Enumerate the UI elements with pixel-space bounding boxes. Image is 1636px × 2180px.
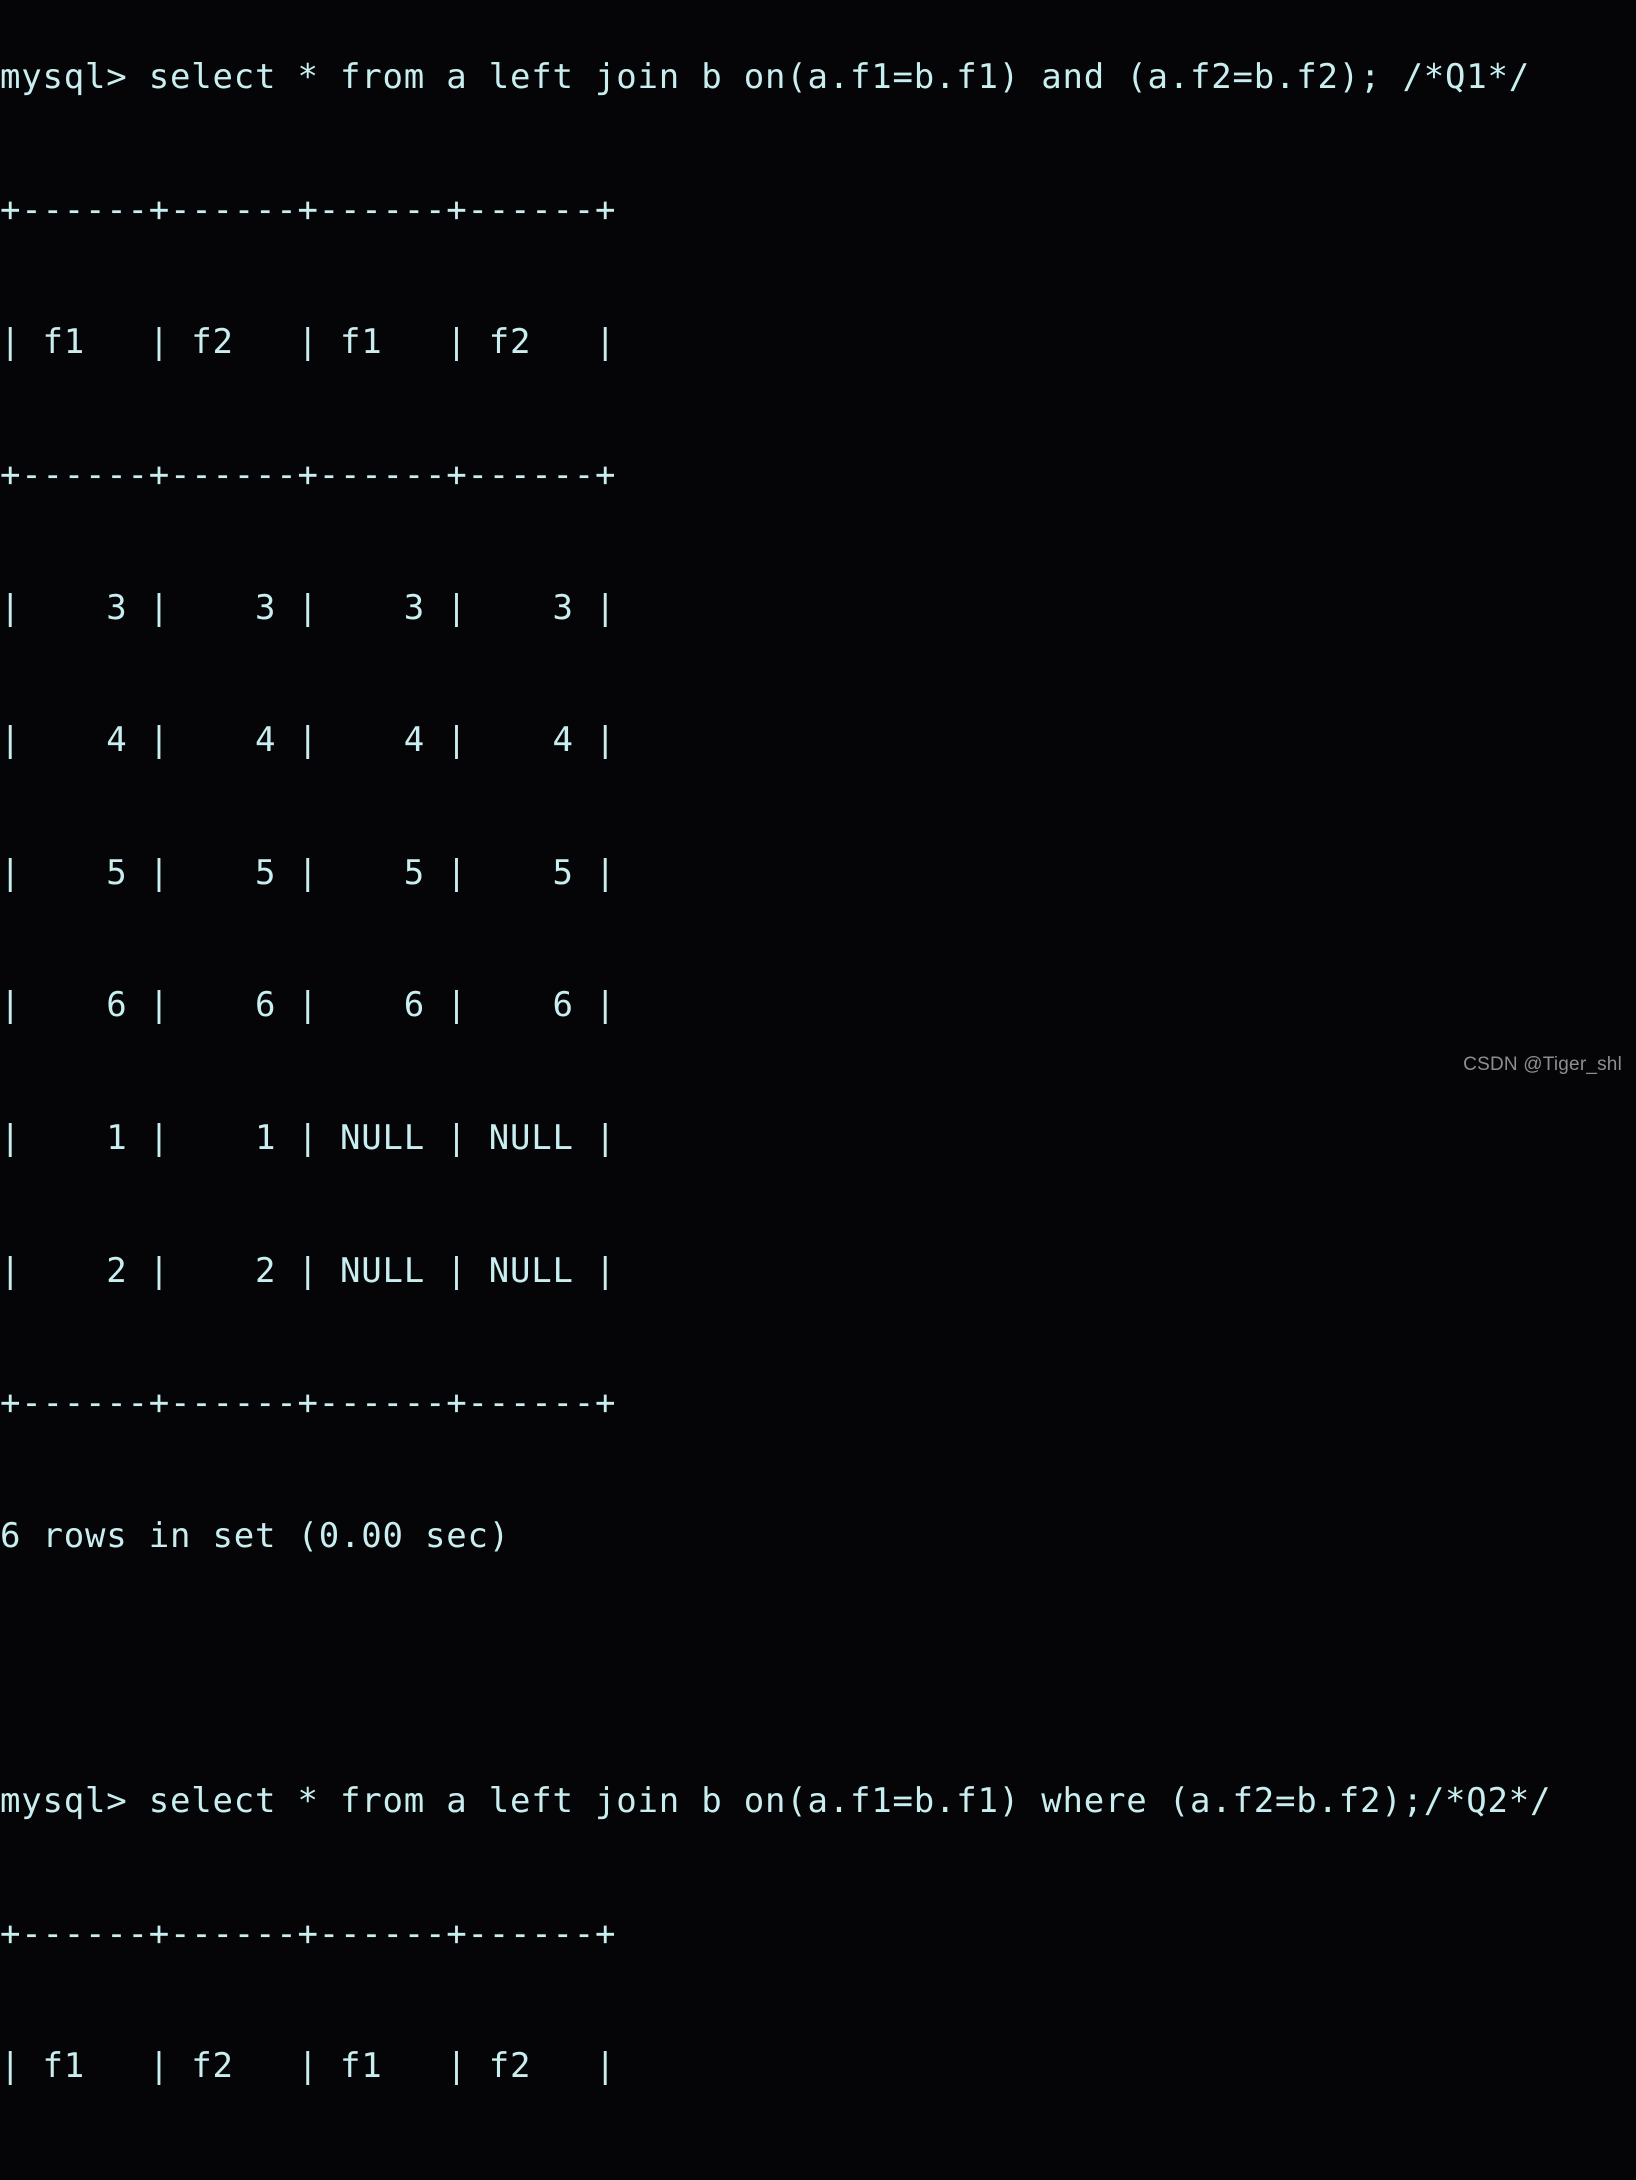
console-output[interactable]: mysql> select * from a left join b on(a.… (0, 11, 1636, 2180)
result-status-q1: 6 rows in set (0.00 sec) (0, 1515, 510, 1556)
table-border-mid-q1: +------+------+------+------+ (0, 455, 617, 496)
table-row: | 2 | 2 | NULL | NULL | (0, 1250, 617, 1291)
table-border-bottom-q1: +------+------+------+------+ (0, 1383, 617, 1424)
table-border-mid-q2: +------+------+------+------+ (0, 2177, 1636, 2180)
table-border-top-q2: +------+------+------+------+ (0, 1913, 617, 1954)
table-row: | 5 | 5 | 5 | 5 | (0, 852, 617, 893)
command-line-q1: mysql> select * from a left join b on(a.… (0, 57, 1530, 98)
table-row: | 6 | 6 | 6 | 6 | (0, 985, 617, 1026)
table-border-top-q1: +------+------+------+------+ (0, 189, 617, 230)
table-header-row-q1: | f1 | f2 | f1 | f2 | (0, 322, 617, 363)
table-row: | 4 | 4 | 4 | 4 | (0, 720, 617, 761)
table-row: | 1 | 1 | NULL | NULL | (0, 1118, 617, 1159)
watermark: CSDN @Tiger_shl (1463, 1054, 1622, 1075)
table-row: | 3 | 3 | 3 | 3 | (0, 587, 617, 628)
terminal-window[interactable]: mysql> select * from a left join b on(a.… (0, 0, 1636, 2180)
table-header-row-q2: | f1 | f2 | f1 | f2 | (0, 2046, 617, 2087)
command-line-q2: mysql> select * from a left join b on(a.… (0, 1781, 1552, 1822)
